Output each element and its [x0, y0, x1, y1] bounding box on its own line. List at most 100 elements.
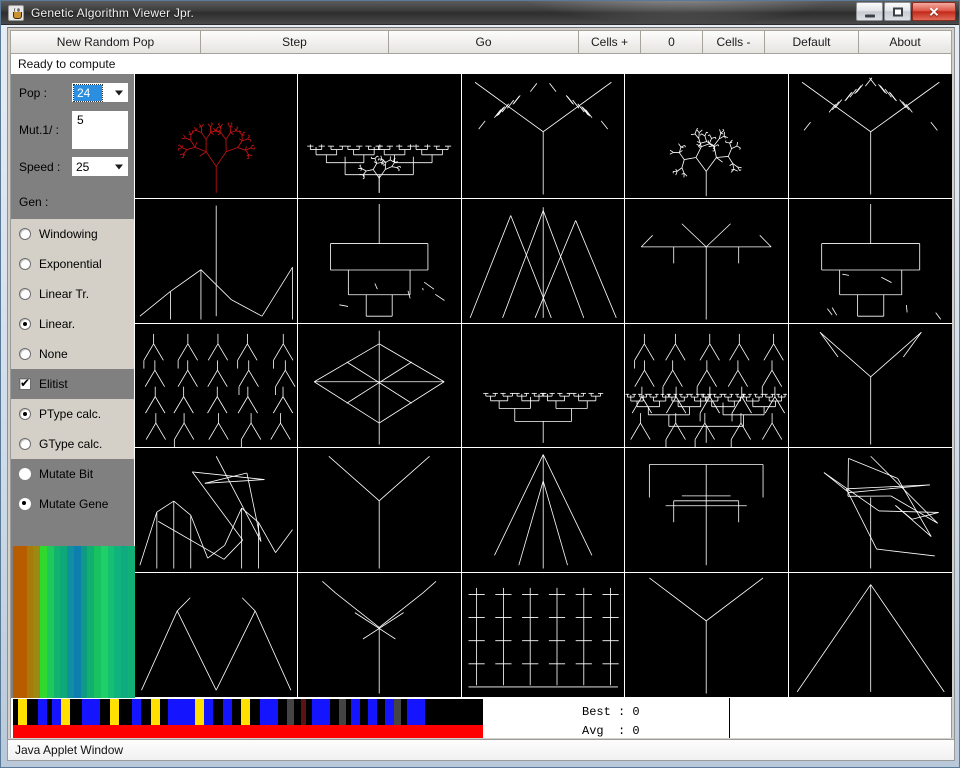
- population-cell[interactable]: [788, 573, 952, 698]
- option-mutate-gene[interactable]: Mutate Gene: [11, 489, 134, 519]
- chromosome-bit: [213, 699, 223, 725]
- chevron-down-icon[interactable]: [115, 164, 123, 169]
- toolbar-button-new-random-pop[interactable]: New Random Pop: [10, 30, 200, 54]
- option-linear[interactable]: Linear.: [11, 309, 134, 339]
- population-cell[interactable]: [788, 198, 952, 324]
- option-label-linear: Linear.: [39, 317, 76, 331]
- chromosome-strip[interactable]: [10, 698, 494, 738]
- population-cell[interactable]: [298, 573, 462, 698]
- population-cell[interactable]: [135, 323, 299, 449]
- mutation-input[interactable]: 5: [71, 109, 129, 150]
- option-linear-tr[interactable]: Linear Tr.: [11, 279, 134, 309]
- population-cell[interactable]: [298, 323, 462, 449]
- option-windowing[interactable]: Windowing: [11, 219, 134, 249]
- individual-phenotype: [796, 584, 945, 693]
- individual-phenotype: [139, 205, 293, 320]
- population-cell[interactable]: [135, 573, 299, 698]
- population-grid[interactable]: [134, 74, 952, 698]
- option-group-scaling: Windowing Exponential Linear Tr. Linear. Non…: [11, 219, 134, 369]
- population-cell[interactable]: [625, 323, 789, 449]
- individual-phenotype: [139, 456, 293, 569]
- option-elitist[interactable]: Elitist: [11, 369, 134, 399]
- population-cell[interactable]: [298, 74, 462, 199]
- chromosome-bit: [100, 699, 110, 725]
- chromosome-bit: [27, 699, 38, 725]
- color-band: [121, 546, 129, 698]
- toolbar-button-go[interactable]: Go: [388, 30, 578, 54]
- radio-windowing[interactable]: [19, 228, 31, 240]
- chromosome-bits: [13, 699, 483, 725]
- pop-combobox[interactable]: 24: [71, 82, 129, 103]
- option-gtype-calc[interactable]: GType calc.: [11, 429, 134, 459]
- color-band: [128, 546, 135, 698]
- close-button[interactable]: ✕: [912, 2, 956, 21]
- population-cell[interactable]: [625, 74, 789, 199]
- population-cell[interactable]: [135, 448, 299, 574]
- population-cell[interactable]: [788, 74, 952, 199]
- speed-combobox[interactable]: 25: [71, 156, 129, 177]
- toolbar-button-cells[interactable]: Cells -: [702, 30, 764, 54]
- toolbar-button-default[interactable]: Default: [764, 30, 858, 54]
- radio-ptype-calc[interactable]: [19, 408, 31, 420]
- label-speed: Speed :: [19, 159, 61, 174]
- radio-none[interactable]: [19, 348, 31, 360]
- fitness-red-bar: [13, 725, 483, 738]
- individual-phenotype: [177, 122, 256, 193]
- statistics-empty-column: [730, 698, 951, 738]
- color-band: [60, 546, 68, 698]
- close-icon: ✕: [928, 4, 940, 19]
- individual-phenotype: [493, 454, 593, 569]
- toolbar-button-step[interactable]: Step: [200, 30, 388, 54]
- minimize-button[interactable]: [856, 2, 883, 21]
- population-cell[interactable]: [135, 74, 299, 199]
- title-bar[interactable]: Genetic Algorithm Viewer Jpr. ✕: [1, 1, 959, 25]
- checkbox-elitist[interactable]: [19, 376, 31, 390]
- population-cell[interactable]: [788, 323, 952, 449]
- maximize-button[interactable]: [884, 2, 911, 21]
- applet-client-area: New Random Pop Step Go Cells +0 Cells - Defau…: [7, 27, 955, 741]
- population-cell[interactable]: [135, 198, 299, 324]
- population-cell[interactable]: [461, 198, 626, 324]
- chromosome-bit: [241, 699, 250, 725]
- chromosome-bit: [195, 699, 204, 725]
- chromosome-bit: [425, 699, 431, 725]
- toolbar-button-about[interactable]: About: [858, 30, 952, 54]
- individual-phenotype: [669, 127, 742, 197]
- toolbar-button-cells[interactable]: Cells +: [578, 30, 640, 54]
- chromosome-bit: [321, 699, 330, 725]
- window-controls: ✕: [856, 2, 956, 21]
- toolbar-button-0[interactable]: 0: [640, 30, 702, 54]
- population-cell[interactable]: [625, 448, 789, 574]
- application-window: Genetic Algorithm Viewer Jpr. ✕ New Rand…: [0, 0, 960, 768]
- population-cell[interactable]: [461, 573, 626, 698]
- option-ptype-calc[interactable]: PType calc.: [11, 399, 134, 429]
- main-area: Pop : 24 Mut.1/ : 5 Speed : 25 Gen : Windowing…: [10, 74, 952, 698]
- option-label-exponential: Exponential: [39, 257, 102, 271]
- radio-mutate-gene[interactable]: [19, 498, 31, 510]
- population-cell[interactable]: [461, 323, 626, 449]
- status-message: Ready to compute: [18, 57, 116, 71]
- population-cell[interactable]: [625, 573, 789, 698]
- population-cell[interactable]: [298, 198, 462, 324]
- chromosome-bit: [330, 699, 339, 725]
- pop-value: 24: [72, 83, 104, 102]
- chromosome-bit: [82, 699, 91, 725]
- radio-linear-tr[interactable]: [19, 288, 31, 300]
- population-cell[interactable]: [461, 74, 626, 199]
- statistics-column: Best : 0 Avg : 0: [494, 698, 730, 738]
- radio-exponential[interactable]: [19, 258, 31, 270]
- option-mutate-bit[interactable]: Mutate Bit: [11, 459, 134, 489]
- population-cell[interactable]: [461, 448, 626, 574]
- option-group-mutate: Mutate Bit Mutate Gene: [11, 459, 134, 519]
- population-cell[interactable]: [298, 448, 462, 574]
- radio-linear[interactable]: [19, 318, 31, 330]
- chevron-down-icon[interactable]: [115, 90, 123, 95]
- radio-gtype-calc[interactable]: [19, 438, 31, 450]
- parameter-fields: Pop : 24 Mut.1/ : 5 Speed : 25 Gen :: [11, 74, 134, 219]
- population-cell[interactable]: [625, 198, 789, 324]
- chromosome-bit: [223, 699, 232, 725]
- radio-mutate-bit[interactable]: [19, 468, 31, 480]
- option-exponential[interactable]: Exponential: [11, 249, 134, 279]
- population-cell[interactable]: [788, 448, 952, 574]
- option-none[interactable]: None: [11, 339, 134, 369]
